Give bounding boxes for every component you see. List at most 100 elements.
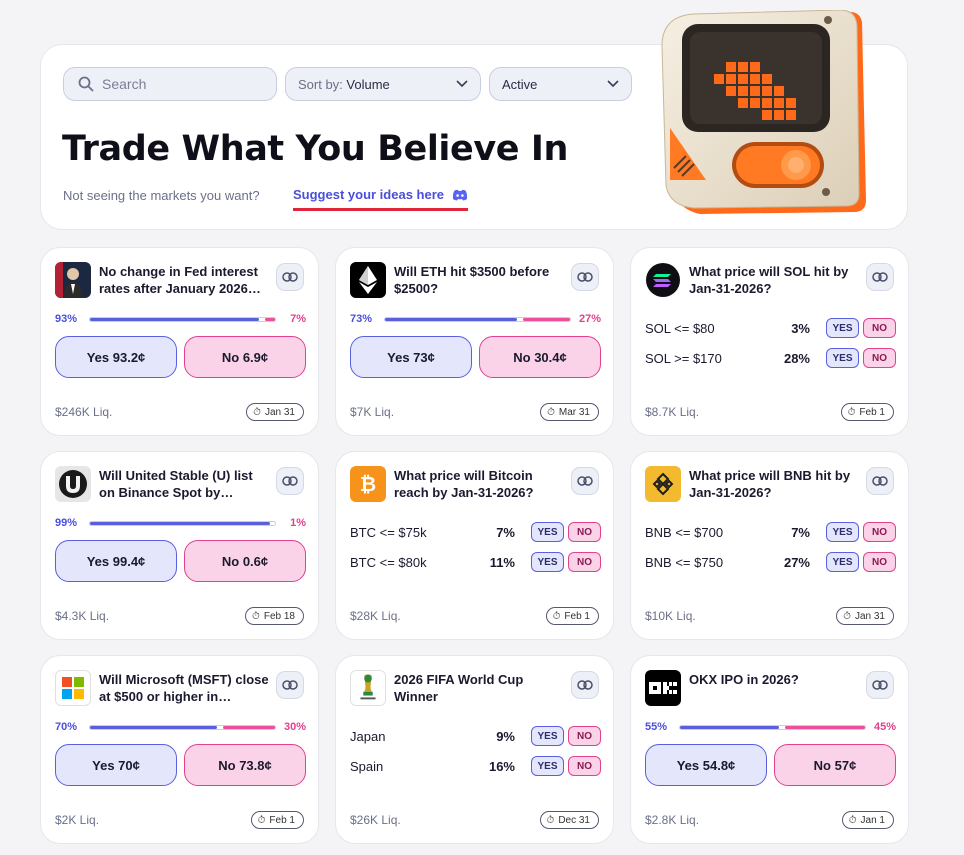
outcome-no-button[interactable]: NO bbox=[863, 348, 896, 368]
share-link-button[interactable] bbox=[276, 671, 304, 699]
outcome-label: SOL >= $170 bbox=[645, 350, 722, 366]
buy-no-button[interactable]: No 73.8¢ bbox=[184, 744, 306, 786]
probability-bar: 73% 27% bbox=[350, 313, 601, 327]
outcome-no-button[interactable]: NO bbox=[568, 726, 601, 746]
market-question[interactable]: Will Microsoft (MSFT) close at $500 or h… bbox=[99, 671, 271, 705]
search-input[interactable] bbox=[102, 76, 262, 92]
microsoft-logo-icon bbox=[62, 677, 84, 699]
bnb-icon bbox=[652, 472, 674, 496]
share-link-button[interactable] bbox=[866, 263, 894, 291]
outcome-no-button[interactable]: NO bbox=[568, 756, 601, 776]
market-question[interactable]: What price will BNB hit by Jan-31-2026? bbox=[689, 467, 861, 501]
buy-no-button[interactable]: No 0.6¢ bbox=[184, 540, 306, 582]
buy-yes-button[interactable]: Yes 93.2¢ bbox=[55, 336, 177, 378]
market-card-united-stable[interactable]: Will United Stable (U) list on Binance S… bbox=[40, 451, 319, 640]
buy-no-button[interactable]: No 30.4¢ bbox=[479, 336, 601, 378]
market-question[interactable]: Will ETH hit $3500 before $2500? bbox=[394, 263, 566, 297]
suggest-ideas-link[interactable]: Suggest your ideas here bbox=[293, 187, 468, 211]
end-date-badge: ⏱ Feb 1 bbox=[250, 811, 304, 829]
outcome-yes-button[interactable]: YES bbox=[826, 552, 859, 572]
share-link-button[interactable] bbox=[866, 671, 894, 699]
yes-bar-fill bbox=[90, 522, 271, 525]
market-thumb-fifa bbox=[350, 670, 386, 706]
market-question[interactable]: What price will SOL hit by Jan-31-2026? bbox=[689, 263, 861, 297]
share-link-button[interactable] bbox=[276, 467, 304, 495]
outcome-yes-button[interactable]: YES bbox=[826, 522, 859, 542]
liquidity-label: $7K Liq. bbox=[350, 405, 395, 419]
no-percent: 27% bbox=[578, 313, 601, 325]
market-question[interactable]: OKX IPO in 2026? bbox=[689, 671, 861, 688]
market-thumb-fed bbox=[55, 262, 91, 298]
market-card-fifa[interactable]: 2026 FIFA World Cup Winner Japan 9% YES … bbox=[335, 655, 614, 844]
outcome-row: Spain 16% YES NO bbox=[350, 755, 601, 777]
market-card-okx[interactable]: OKX IPO in 2026? 55% 45% Yes 54.8¢ No 57… bbox=[630, 655, 909, 844]
timer-icon: ⏱ bbox=[552, 610, 561, 622]
liquidity-label: $26K Liq. bbox=[350, 813, 401, 827]
buy-yes-button[interactable]: Yes 54.8¢ bbox=[645, 744, 767, 786]
search-icon bbox=[78, 76, 94, 92]
end-date-badge: ⏱ Feb 1 bbox=[545, 607, 599, 625]
market-question[interactable]: Will United Stable (U) list on Binance S… bbox=[99, 467, 271, 501]
share-link-button[interactable] bbox=[866, 467, 894, 495]
outcome-label: SOL <= $80 bbox=[645, 320, 715, 336]
share-link-button[interactable] bbox=[276, 263, 304, 291]
outcome-no-button[interactable]: NO bbox=[568, 522, 601, 542]
market-card-bnb[interactable]: What price will BNB hit by Jan-31-2026? … bbox=[630, 451, 909, 640]
market-question[interactable]: 2026 FIFA World Cup Winner bbox=[394, 671, 566, 705]
outcome-no-button[interactable]: NO bbox=[568, 552, 601, 572]
yes-percent: 55% bbox=[645, 721, 668, 733]
end-date: Dec 31 bbox=[558, 814, 590, 826]
outcome-label: BNB <= $750 bbox=[645, 554, 724, 570]
no-bar-fill bbox=[222, 726, 275, 729]
buy-no-button[interactable]: No 57¢ bbox=[774, 744, 896, 786]
outcome-percent: 11% bbox=[489, 554, 515, 570]
buy-yes-button[interactable]: Yes 99.4¢ bbox=[55, 540, 177, 582]
yes-bar-fill bbox=[385, 318, 518, 321]
sort-value: Volume bbox=[346, 76, 390, 92]
market-card-eth[interactable]: Will ETH hit $3500 before $2500? 73% 27%… bbox=[335, 247, 614, 436]
status-select[interactable]: Active bbox=[489, 67, 632, 101]
market-question[interactable]: No change in Fed interest rates after Ja… bbox=[99, 263, 271, 297]
outcome-yes-button[interactable]: YES bbox=[826, 318, 859, 338]
market-card-btc[interactable]: ₿ What price will Bitcoin reach by Jan-3… bbox=[335, 451, 614, 640]
timer-icon: ⏱ bbox=[253, 406, 261, 418]
market-thumb-btc: ₿ bbox=[350, 466, 386, 502]
buy-yes-button[interactable]: Yes 70¢ bbox=[55, 744, 177, 786]
outcome-row: BTC <= $75k 7% YES NO bbox=[350, 521, 601, 543]
status-value: Active bbox=[502, 76, 538, 92]
market-card-fed[interactable]: No change in Fed interest rates after Ja… bbox=[40, 247, 319, 436]
share-link-button[interactable] bbox=[571, 671, 599, 699]
market-thumb-bnb bbox=[645, 466, 681, 502]
share-link-button[interactable] bbox=[571, 467, 599, 495]
search-box[interactable] bbox=[63, 67, 277, 101]
outcome-percent: 3% bbox=[791, 320, 810, 336]
hero-subtitle: Not seeing the markets you want? bbox=[63, 188, 260, 203]
market-card-msft[interactable]: Will Microsoft (MSFT) close at $500 or h… bbox=[40, 655, 319, 844]
yes-percent: 93% bbox=[55, 313, 78, 325]
sort-select[interactable]: Sort by: Volume bbox=[285, 67, 481, 101]
share-link-button[interactable] bbox=[571, 263, 599, 291]
timer-icon: ⏱ bbox=[547, 406, 555, 418]
outcome-no-button[interactable]: NO bbox=[863, 318, 896, 338]
outcome-yes-button[interactable]: YES bbox=[531, 552, 564, 572]
bitcoin-icon: ₿ bbox=[360, 472, 376, 496]
no-bar-fill bbox=[265, 318, 275, 321]
outcome-no-button[interactable]: NO bbox=[863, 552, 896, 572]
link-icon bbox=[577, 476, 593, 486]
outcome-row: BNB <= $700 7% YES NO bbox=[645, 521, 896, 543]
outcome-yes-button[interactable]: YES bbox=[826, 348, 859, 368]
end-date-badge: ⏱ Mar 31 bbox=[540, 403, 599, 421]
outcome-no-button[interactable]: NO bbox=[863, 522, 896, 542]
market-question[interactable]: What price will Bitcoin reach by Jan-31-… bbox=[394, 467, 566, 501]
yes-bar-fill bbox=[680, 726, 779, 729]
outcome-yes-button[interactable]: YES bbox=[531, 756, 564, 776]
outcome-yes-button[interactable]: YES bbox=[531, 726, 564, 746]
no-percent: 7% bbox=[290, 313, 306, 325]
liquidity-label: $246K Liq. bbox=[55, 405, 113, 419]
buy-yes-button[interactable]: Yes 73¢ bbox=[350, 336, 472, 378]
market-card-sol[interactable]: What price will SOL hit by Jan-31-2026? … bbox=[630, 247, 909, 436]
outcome-yes-button[interactable]: YES bbox=[531, 522, 564, 542]
liquidity-label: $28K Liq. bbox=[350, 609, 401, 623]
outcome-percent: 28% bbox=[783, 350, 810, 366]
buy-no-button[interactable]: No 6.9¢ bbox=[184, 336, 306, 378]
